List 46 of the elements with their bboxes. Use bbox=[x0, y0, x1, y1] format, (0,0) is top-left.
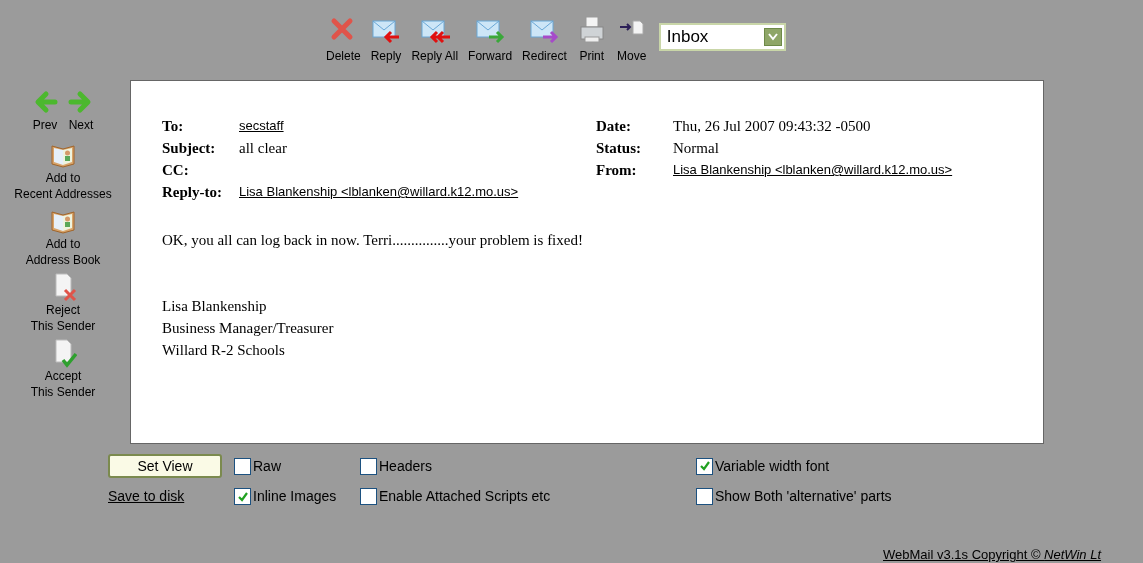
header-value: Thu, 26 Jul 2007 09:43:32 -0500 bbox=[673, 117, 871, 136]
option-label: Enable Attached Scripts etc bbox=[379, 487, 551, 506]
header-label: From: bbox=[596, 161, 638, 180]
print-button[interactable]: Print bbox=[572, 13, 611, 71]
option-label: Raw bbox=[253, 456, 281, 476]
checkbox[interactable] bbox=[360, 457, 377, 475]
address-link[interactable]: secstaff bbox=[239, 115, 284, 137]
redirect-button[interactable]: Redirect bbox=[518, 13, 571, 71]
header-label: To: bbox=[162, 117, 185, 136]
header-label: Date: bbox=[596, 117, 632, 136]
forward-button[interactable]: Forward bbox=[464, 13, 517, 71]
header-value: all clear bbox=[239, 139, 287, 158]
next-button[interactable]: Next bbox=[67, 88, 95, 134]
header-label: Subject: bbox=[162, 139, 217, 158]
address-book-button[interactable]: Add to Recent Addresses bbox=[14, 140, 112, 202]
signature-line: Lisa Blankenship bbox=[162, 297, 268, 316]
header-label: Reply-to: bbox=[162, 183, 223, 202]
reject-sender-button[interactable]: Reject This Sender bbox=[30, 272, 96, 334]
folder-dropdown[interactable]: Inbox bbox=[658, 23, 786, 51]
address-link[interactable]: Lisa Blankenship <lblanken@willard.k12.mo.us> bbox=[673, 159, 953, 181]
option-label: Headers bbox=[379, 456, 432, 476]
checkbox[interactable] bbox=[234, 488, 251, 505]
checkbox[interactable] bbox=[234, 457, 251, 475]
header-label: CC: bbox=[162, 161, 190, 180]
copyright-footer: WebMail v3.1s Copyright © NetWin Lt bbox=[883, 545, 1102, 563]
signature-line: Willard R-2 Schools bbox=[162, 341, 286, 360]
prev-button[interactable]: Prev bbox=[31, 88, 59, 134]
address-book-button[interactable]: Add to Address Book bbox=[25, 206, 101, 268]
set-view-button[interactable]: Set View bbox=[108, 454, 222, 478]
move-button[interactable]: Move bbox=[612, 13, 651, 71]
checkbox[interactable] bbox=[360, 488, 377, 505]
checkbox[interactable] bbox=[696, 488, 713, 505]
accept-sender-button[interactable]: Accept This Sender bbox=[30, 338, 96, 400]
delete-button[interactable]: Delete bbox=[322, 13, 365, 71]
header-label: Status: bbox=[596, 139, 642, 158]
header-value: Normal bbox=[673, 139, 719, 158]
option-label: Variable width font bbox=[715, 456, 830, 476]
option-label: Show Both 'alternative' parts bbox=[715, 487, 892, 506]
option-label: Inline Images bbox=[253, 487, 337, 506]
reply-button[interactable]: Reply bbox=[366, 13, 406, 71]
message-text: OK, you all can log back in now. Terri...............your problem is fixed! bbox=[162, 231, 584, 250]
signature-line: Business Manager/Treasurer bbox=[162, 319, 335, 338]
checkbox[interactable] bbox=[696, 457, 713, 475]
address-link[interactable]: Lisa Blankenship <lblanken@willard.k12.mo.us> bbox=[239, 181, 519, 203]
save-to-disk-link[interactable]: Save to disk bbox=[108, 486, 185, 507]
reply-all-button[interactable]: Reply All bbox=[407, 13, 463, 71]
